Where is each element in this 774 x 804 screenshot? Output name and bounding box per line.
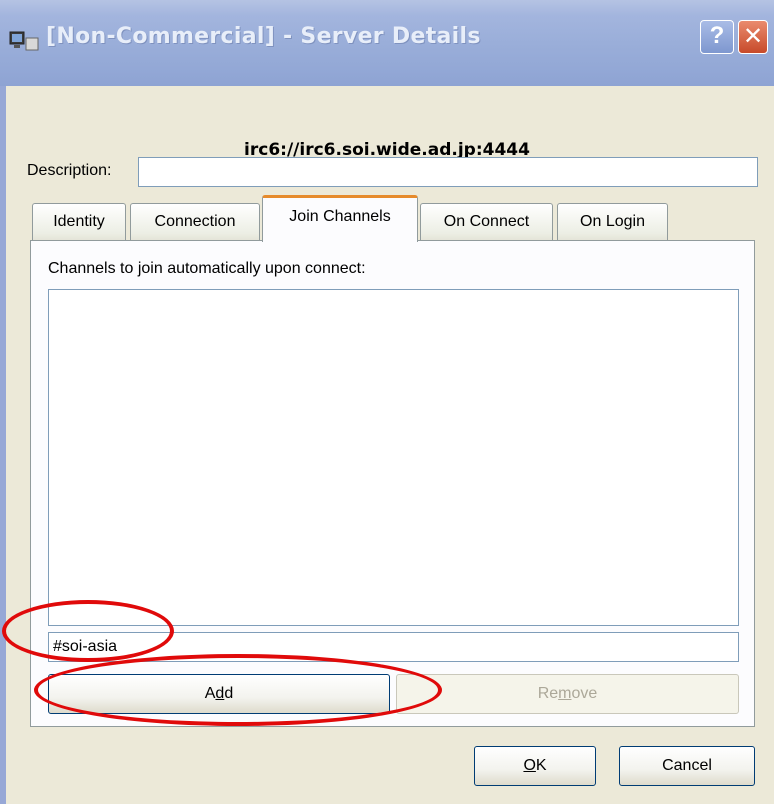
help-icon: ? <box>709 22 725 49</box>
cancel-button[interactable]: Cancel <box>619 746 755 786</box>
tab-connection[interactable]: Connection <box>130 203 260 241</box>
remove-button[interactable]: Remove <box>396 674 739 714</box>
close-button[interactable]: ✕ <box>738 20 768 54</box>
title-bar[interactable]: [Non-Commercial] - Server Details ? ✕ <box>0 0 774 86</box>
help-button[interactable]: ? <box>700 20 734 54</box>
tab-label: Identity <box>53 213 105 230</box>
channels-list[interactable] <box>48 289 739 626</box>
tab-label: On Login <box>580 213 645 230</box>
window-frame <box>0 86 6 804</box>
cancel-label: Cancel <box>662 757 712 774</box>
app-icon <box>8 30 40 54</box>
tab-label: Connection <box>154 213 236 230</box>
description-label: Description: <box>27 162 112 179</box>
remove-label-pre: Re <box>537 685 559 702</box>
annotation-circle-add-button <box>34 654 442 726</box>
server-details-dialog: [Non-Commercial] - Server Details ? ✕ ir… <box>0 0 774 804</box>
window-title: [Non-Commercial] - Server Details <box>46 24 481 49</box>
annotation-circle-channel-input <box>2 600 174 662</box>
tab-label: On Connect <box>443 213 530 230</box>
tab-label: Join Channels <box>289 208 391 225</box>
ok-label-accel: O <box>523 757 536 774</box>
ok-label-post: K <box>535 757 547 774</box>
ok-button[interactable]: OK <box>474 746 596 786</box>
description-input[interactable] <box>138 157 758 187</box>
close-icon: ✕ <box>742 22 764 50</box>
tab-join-channels[interactable]: Join Channels <box>262 195 418 242</box>
remove-label-post: ove <box>571 685 598 702</box>
remove-label-accel: m <box>558 685 572 702</box>
tab-on-login[interactable]: On Login <box>557 203 668 241</box>
tab-identity[interactable]: Identity <box>32 203 126 241</box>
tab-on-connect[interactable]: On Connect <box>420 203 553 241</box>
channels-hint: Channels to join automatically upon conn… <box>48 260 366 277</box>
